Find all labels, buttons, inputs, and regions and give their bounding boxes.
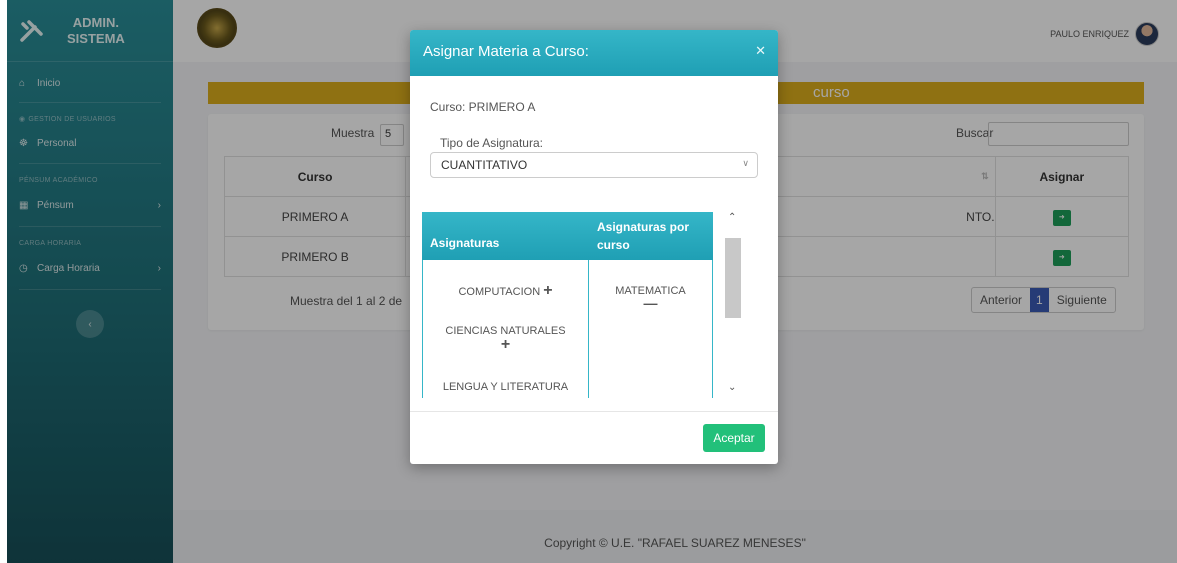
- scroll-down-icon[interactable]: ⌄: [728, 382, 736, 393]
- close-icon[interactable]: ✕: [755, 43, 766, 59]
- scroll-up-icon[interactable]: ⌃: [728, 212, 736, 223]
- modal-title: Asignar Materia a Curso:: [423, 43, 589, 60]
- modal-header: Asignar Materia a Curso: ✕: [410, 30, 778, 76]
- scrollbar-thumb[interactable]: [725, 238, 741, 318]
- tipo-asignatura-select[interactable]: CUANTITATIVO ∨: [430, 152, 758, 178]
- assign-subject-modal: Asignar Materia a Curso: ✕ Curso: PRIMER…: [410, 30, 778, 464]
- list-item[interactable]: LENGUA Y LITERATURA: [423, 380, 588, 394]
- list-item[interactable]: MATEMATICA —: [589, 284, 712, 310]
- select-value: CUANTITATIVO: [441, 158, 528, 172]
- accept-button[interactable]: Aceptar: [703, 424, 765, 452]
- curso-label: Curso: PRIMERO A: [430, 100, 536, 114]
- plus-icon[interactable]: +: [543, 282, 552, 299]
- minus-icon[interactable]: —: [589, 296, 712, 310]
- list-item[interactable]: COMPUTACION +: [423, 282, 588, 299]
- column-header-asignaturas: Asignaturas: [430, 236, 500, 250]
- plus-icon[interactable]: +: [501, 336, 510, 353]
- scrollbar[interactable]: ⌃ ⌄: [725, 212, 741, 398]
- divider: [410, 411, 778, 412]
- subjects-table-header: Asignaturas Asignaturas por curso: [422, 212, 713, 260]
- column-header-asignaturas-curso: Asignaturas por curso: [597, 220, 690, 252]
- subjects-table-body: COMPUTACION + CIENCIAS NATURALES + LENGU…: [422, 260, 713, 398]
- available-subjects-column: COMPUTACION + CIENCIAS NATURALES + LENGU…: [422, 260, 589, 398]
- subject-label: LENGUA Y LITERATURA: [442, 381, 569, 393]
- subjects-table: Asignaturas Asignaturas por curso COMPUT…: [422, 212, 713, 398]
- subject-label: COMPUTACION: [458, 286, 541, 298]
- chevron-down-icon: ∨: [742, 158, 749, 168]
- tipo-asignatura-label: Tipo de Asignatura:: [440, 136, 543, 150]
- assigned-subjects-column: MATEMATICA —: [589, 260, 713, 398]
- list-item[interactable]: CIENCIAS NATURALES +: [423, 324, 588, 353]
